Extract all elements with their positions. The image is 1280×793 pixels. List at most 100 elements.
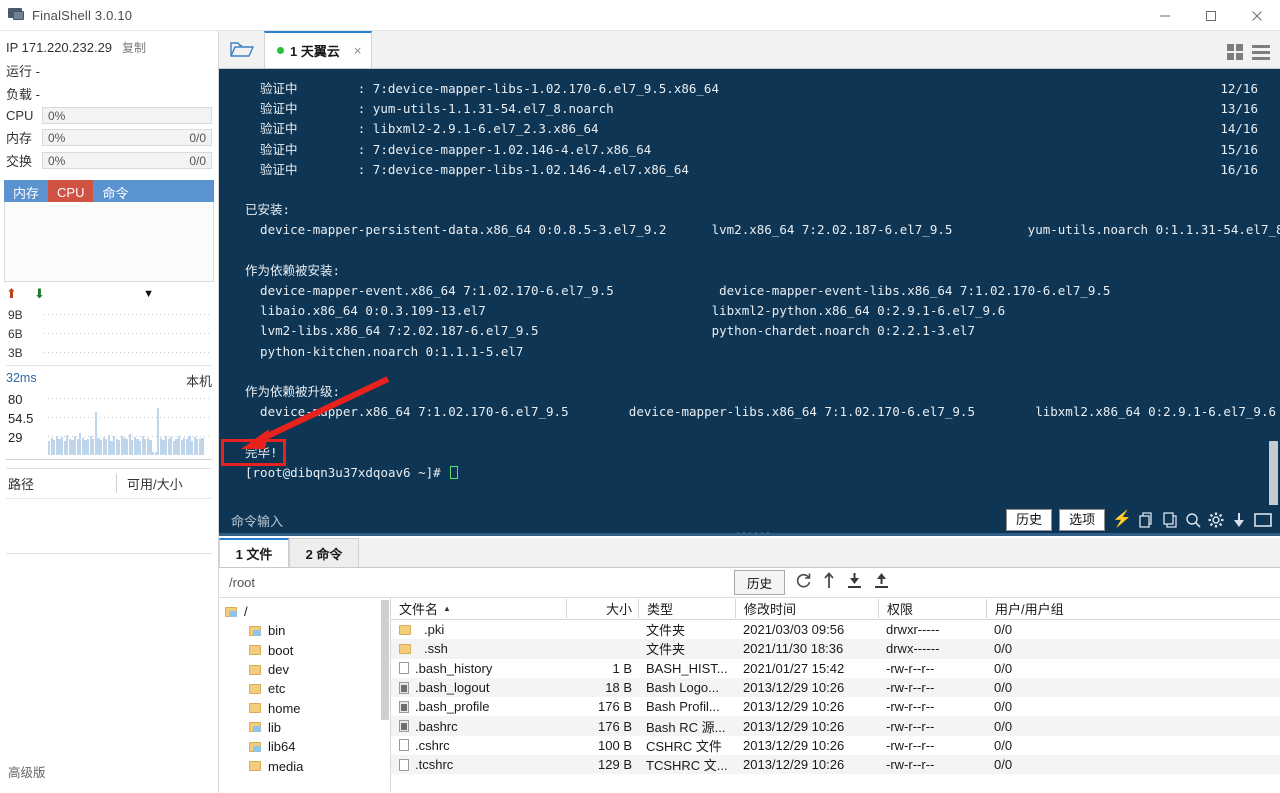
terminal-tab-label: 1 天翼云 — [290, 44, 340, 59]
column-header-type[interactable]: 类型 — [638, 599, 735, 618]
swap-meter: 0% 0/0 — [42, 152, 212, 169]
document-file-icon — [399, 720, 409, 733]
tree-node-label: etc — [268, 681, 286, 697]
current-path[interactable]: /root — [229, 575, 724, 590]
copy-ip-button[interactable]: 复制 — [122, 39, 146, 56]
tree-node[interactable]: bin — [219, 621, 390, 640]
terminal-line-counter: 13/16 — [1220, 101, 1258, 117]
gear-icon[interactable] — [1208, 512, 1224, 528]
history-button[interactable]: 历史 — [1006, 509, 1053, 531]
close-tab-icon[interactable]: × — [354, 43, 362, 58]
table-row[interactable]: .pki 文件夹 2021/03/03 09:56 drwxr----- 0/0 — [391, 620, 1280, 639]
up-arrow-icon[interactable] — [822, 571, 836, 594]
cell-filename: .bash_history — [391, 661, 566, 676]
file-name: .tcshrc — [415, 757, 454, 773]
file-list[interactable]: 文件名 ▲ 大小 类型 修改时间 权限 用户/用户组 .pki 文件夹 2021/0… — [391, 598, 1280, 792]
options-button[interactable]: 选项 — [1059, 509, 1106, 531]
terminal-line-text: libaio.x86_64 0:0.3.109-13.el7 libxml2-p… — [245, 303, 1006, 319]
cell-size: 1 B — [612, 660, 632, 676]
directory-tree[interactable]: / bin boot dev etc home lib lib64 media — [219, 598, 391, 792]
column-header-owner[interactable]: 用户/用户组 — [986, 599, 1096, 618]
table-row[interactable]: .bash_profile 176 B Bash Profil... 2013/12/… — [391, 697, 1280, 716]
paste-icon[interactable] — [1162, 512, 1178, 528]
download-file-icon[interactable] — [846, 572, 863, 594]
tree-node[interactable]: home — [219, 698, 390, 717]
net-y-label-0: 9B — [8, 308, 23, 322]
terminal-tab-0[interactable]: 1 天翼云 × — [264, 31, 373, 68]
table-row[interactable]: .bashrc 176 B Bash RC 源... 2013/12/29 10:26… — [391, 716, 1280, 736]
search-icon[interactable] — [1185, 512, 1201, 528]
refresh-icon[interactable] — [795, 572, 812, 594]
tab-command[interactable]: 命令 — [93, 180, 137, 202]
terminal-line: 验证中 : 7:device-mapper-libs-1.02.146-4.el… — [219, 160, 1280, 180]
command-input-placeholder[interactable]: 命令输入 — [219, 511, 283, 530]
grid-view-icon[interactable] — [1227, 44, 1243, 60]
file-manager-panel: 1 文件 2 命令 /root 历史 / bin boot dev etc ho… — [219, 538, 1280, 793]
terminal-line: 验证中 : yum-utils-1.1.31-54.el7_8.noarch 13… — [219, 99, 1280, 119]
tree-node[interactable]: boot — [219, 641, 390, 660]
tab-files[interactable]: 1 文件 — [219, 538, 289, 567]
tree-node[interactable]: media — [219, 756, 390, 775]
terminal-line: device-mapper-persistent-data.x86_64 0:0… — [219, 220, 1280, 240]
cell-filename: .tcshrc — [391, 757, 566, 772]
cell-owner: 0/0 — [994, 737, 1013, 753]
terminal-output[interactable]: 验证中 : 7:device-mapper-libs-1.02.170-6.el… — [219, 69, 1280, 535]
tree-node[interactable]: dev — [219, 660, 390, 679]
load-row: 负载 - — [6, 87, 40, 102]
table-row[interactable]: .bash_logout 18 B Bash Logo... 2013/12/29 1… — [391, 677, 1280, 698]
table-row[interactable]: .ssh 文件夹 2021/11/30 18:36 drwx------ 0/0 — [391, 639, 1280, 659]
tab-cpu[interactable]: CPU — [48, 180, 94, 202]
file-history-button[interactable]: 历史 — [733, 570, 785, 595]
table-row[interactable]: .bash_history 1 B BASH_HIST... 2021/01/27 1… — [391, 659, 1280, 678]
tree-node[interactable]: / — [219, 602, 390, 621]
terminal-line-text: lvm2-libs.x86_64 7:2.02.187-6.el7_9.5 py… — [245, 323, 975, 339]
terminal-line-text: 验证中 : 7:device-mapper-1.02.146-4.el7.x86… — [245, 141, 652, 157]
chevron-down-icon[interactable]: ▼ — [143, 288, 154, 300]
maximize-button[interactable] — [1188, 0, 1234, 31]
table-row[interactable]: .tcshrc 129 B TCSHRC 文... 2013/12/29 10:26 -… — [391, 755, 1280, 775]
tree-node[interactable]: lib64 — [219, 737, 390, 756]
tree-node[interactable]: etc — [219, 679, 390, 698]
column-header-mtime[interactable]: 修改时间 — [735, 599, 878, 618]
cell-type: Bash RC 源... — [646, 719, 726, 735]
minimize-button[interactable] — [1142, 0, 1188, 31]
lightning-icon[interactable]: ⚡ — [1112, 512, 1132, 528]
terminal-line-text: device-mapper.x86_64 7:1.02.170-6.el7_9.… — [245, 404, 1277, 420]
folder-icon — [249, 703, 261, 714]
folder-icon — [249, 683, 261, 694]
panel-resize-grip[interactable] — [735, 531, 769, 535]
download-icon[interactable] — [1231, 512, 1247, 528]
swap-value: 0% — [48, 153, 66, 168]
tree-scrollbar-thumb[interactable] — [381, 600, 389, 720]
file-name: .ssh — [424, 641, 448, 657]
upload-file-icon[interactable] — [873, 572, 890, 594]
tab-memory[interactable]: 内存 — [4, 180, 48, 202]
cell-mtime: 2021/03/03 09:56 — [743, 622, 845, 638]
cell-owner: 0/0 — [994, 622, 1013, 638]
close-button[interactable] — [1234, 0, 1280, 31]
memory-extra: 0/0 — [189, 130, 206, 145]
column-header-size[interactable]: 大小 — [566, 599, 638, 618]
column-header-permissions[interactable]: 权限 — [878, 599, 986, 618]
latency-chart: 80 54.5 29 — [6, 390, 212, 460]
cpu-label: CPU — [6, 108, 34, 123]
tree-node[interactable]: lib — [219, 718, 390, 737]
list-view-icon[interactable] — [1252, 44, 1270, 60]
folder-icon — [249, 761, 261, 772]
cell-size: 176 B — [598, 718, 632, 734]
tree-node-label: media — [268, 758, 304, 774]
cell-type: BASH_HIST... — [646, 660, 728, 676]
folder-open-icon[interactable] — [219, 31, 264, 68]
copy-icon[interactable] — [1139, 512, 1155, 528]
server-status-sidebar: IP 171.220.232.29 复制 运行 - 负载 - CPU 0% 内存… — [0, 31, 219, 793]
column-header-filename[interactable]: 文件名 ▲ — [391, 599, 566, 618]
tab-commands[interactable]: 2 命令 — [289, 538, 359, 567]
document-file-icon — [399, 700, 409, 713]
terminal-line-counter: 14/16 — [1220, 121, 1258, 137]
process-list-panel[interactable] — [4, 202, 214, 282]
table-row[interactable]: .cshrc 100 B CSHRC 文件 2013/12/29 10:26 -rw-r… — [391, 736, 1280, 755]
swap-label: 交换 — [6, 154, 33, 169]
cell-owner: 0/0 — [994, 757, 1013, 773]
window-icon[interactable] — [1254, 513, 1272, 527]
cell-owner: 0/0 — [994, 641, 1013, 657]
